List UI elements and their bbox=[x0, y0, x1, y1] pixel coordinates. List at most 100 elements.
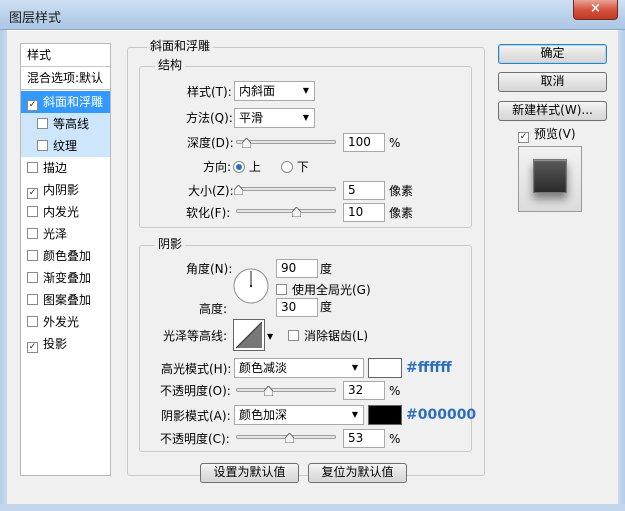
shadow-mode-label: 阴影模式(A): bbox=[161, 409, 231, 423]
dropdown-arrow-icon: ▼ bbox=[302, 113, 309, 122]
soften-label: 软化(F): bbox=[186, 206, 231, 220]
make-default-button[interactable]: 设置为默认值 bbox=[200, 463, 299, 483]
shadow-opacity-unit: % bbox=[389, 432, 401, 446]
checkbox-checked-icon[interactable]: ✓ bbox=[27, 100, 38, 111]
blend-options-item[interactable]: 混合选项:默认 bbox=[21, 67, 110, 89]
shadow-color-swatch[interactable] bbox=[368, 405, 402, 425]
anti-alias-option[interactable]: 消除锯齿(L) bbox=[288, 328, 368, 344]
checkbox-icon[interactable] bbox=[37, 118, 48, 129]
gloss-dropdown-arrow-icon[interactable]: ▼ bbox=[267, 332, 273, 341]
checkbox-icon[interactable] bbox=[27, 162, 38, 173]
style-item-pattern-overlay[interactable]: 图案叠加 bbox=[21, 289, 110, 311]
depth-input[interactable]: 100 bbox=[343, 133, 385, 152]
highlight-color-swatch[interactable] bbox=[368, 358, 402, 378]
size-input[interactable]: 5 bbox=[343, 181, 385, 200]
depth-slider-track[interactable] bbox=[236, 140, 336, 144]
window-frame-left bbox=[0, 30, 7, 511]
checkbox-icon[interactable] bbox=[276, 284, 287, 295]
highlight-opacity-unit: % bbox=[389, 384, 401, 398]
style-item-texture[interactable]: 纹理 bbox=[21, 135, 110, 157]
style-item-bevel-emboss[interactable]: ✓ 斜面和浮雕 bbox=[21, 91, 110, 113]
radio-label: 上 bbox=[248, 160, 261, 174]
altitude-input[interactable]: 30 bbox=[276, 298, 318, 317]
radio-selected-icon[interactable] bbox=[233, 161, 245, 173]
style-item-color-overlay[interactable]: 颜色叠加 bbox=[21, 245, 110, 267]
reset-default-button[interactable]: 复位为默认值 bbox=[308, 463, 407, 483]
shadow-opacity-input[interactable]: 53 bbox=[343, 429, 385, 448]
style-item-label: 斜面和浮雕 bbox=[43, 95, 104, 109]
highlight-mode-select[interactable]: 颜色减淡 ▼ bbox=[234, 358, 364, 378]
checkbox-icon[interactable] bbox=[37, 140, 48, 151]
direction-label: 方向: bbox=[203, 160, 232, 174]
dropdown-arrow-icon: ▼ bbox=[351, 410, 358, 419]
bevel-emboss-title: 斜面和浮雕 bbox=[147, 39, 214, 53]
style-item-stroke[interactable]: 描边 bbox=[21, 157, 110, 179]
size-slider-track[interactable] bbox=[236, 187, 336, 191]
checkbox-icon[interactable] bbox=[27, 250, 38, 261]
size-slider-thumb[interactable] bbox=[234, 185, 243, 195]
shadow-mode-select[interactable]: 颜色加深 ▼ bbox=[234, 405, 364, 425]
style-preview bbox=[518, 146, 582, 212]
direction-down-option[interactable]: 下 bbox=[281, 159, 309, 175]
style-label: 样式(T): bbox=[187, 85, 232, 99]
method-label: 方法(Q): bbox=[186, 111, 233, 125]
checkbox-checked-icon[interactable]: ✓ bbox=[27, 342, 38, 353]
style-item-label: 渐变叠加 bbox=[43, 271, 92, 285]
style-item-drop-shadow[interactable]: ✓ 投影 bbox=[21, 333, 110, 355]
highlight-opacity-slider-track[interactable] bbox=[236, 388, 336, 392]
style-item-outer-glow[interactable]: 外发光 bbox=[21, 311, 110, 333]
list-divider bbox=[21, 89, 110, 90]
bevel-style-select[interactable]: 内斜面 ▼ bbox=[234, 81, 315, 101]
soften-slider-thumb[interactable] bbox=[292, 207, 301, 217]
checkbox-checked-icon[interactable]: ✓ bbox=[518, 132, 529, 143]
angle-input[interactable]: 90 bbox=[276, 259, 318, 278]
highlight-mode-label: 高光模式(H): bbox=[161, 362, 232, 376]
angle-dial[interactable] bbox=[233, 268, 269, 304]
style-list-header[interactable]: 样式 bbox=[21, 44, 110, 66]
style-item-label: 颜色叠加 bbox=[43, 249, 92, 263]
gloss-contour-picker[interactable] bbox=[233, 319, 265, 351]
radio-icon[interactable] bbox=[281, 161, 293, 173]
style-item-label: 投影 bbox=[43, 337, 68, 351]
checkbox-icon[interactable] bbox=[27, 294, 38, 305]
checkbox-icon[interactable] bbox=[27, 228, 38, 239]
ok-button[interactable]: 确定 bbox=[498, 44, 607, 64]
preview-swatch bbox=[533, 159, 567, 193]
checkbox-icon[interactable] bbox=[27, 316, 38, 327]
close-button[interactable]: × bbox=[573, 0, 618, 20]
style-item-inner-shadow[interactable]: ✓ 内阴影 bbox=[21, 179, 110, 201]
window-frame-right bbox=[618, 30, 625, 511]
style-item-contour[interactable]: 等高线 bbox=[21, 113, 110, 135]
shadow-hex-label: #000000 bbox=[406, 407, 477, 423]
checkbox-label: 预览(V) bbox=[534, 127, 576, 141]
new-style-button[interactable]: 新建样式(W)... bbox=[498, 101, 607, 121]
global-light-option[interactable]: 使用全局光(G) bbox=[276, 282, 371, 298]
soften-input[interactable]: 10 bbox=[343, 203, 385, 222]
depth-slider-thumb[interactable] bbox=[242, 138, 251, 148]
technique-select[interactable]: 平滑 ▼ bbox=[234, 108, 315, 128]
select-value: 颜色减淡 bbox=[239, 361, 288, 375]
shadow-opacity-slider-thumb[interactable] bbox=[285, 433, 294, 443]
checkbox-icon[interactable] bbox=[27, 206, 38, 217]
soften-slider-track[interactable] bbox=[236, 209, 336, 213]
direction-up-option[interactable]: 上 bbox=[233, 159, 261, 175]
checkbox-icon[interactable] bbox=[27, 272, 38, 283]
title-bar[interactable] bbox=[0, 0, 625, 30]
style-item-inner-glow[interactable]: 内发光 bbox=[21, 201, 110, 223]
angle-label: 角度(N): bbox=[186, 262, 233, 276]
highlight-opacity-label: 不透明度(O): bbox=[160, 384, 231, 398]
window-frame-bottom bbox=[0, 504, 625, 511]
checkbox-checked-icon[interactable]: ✓ bbox=[27, 188, 38, 199]
checkbox-icon[interactable] bbox=[288, 330, 299, 341]
style-list: 样式 混合选项:默认 ✓ 斜面和浮雕 等高线 纹理 描边 ✓ 内阴影 内发光 光泽 … bbox=[20, 43, 111, 476]
highlight-opacity-slider-thumb[interactable] bbox=[264, 386, 273, 396]
altitude-unit: 度 bbox=[320, 300, 333, 314]
altitude-label: 高度: bbox=[199, 302, 228, 316]
highlight-hex-label: #ffffff bbox=[406, 360, 452, 376]
highlight-opacity-input[interactable]: 32 bbox=[343, 381, 385, 400]
style-item-gradient-overlay[interactable]: 渐变叠加 bbox=[21, 267, 110, 289]
cancel-button[interactable]: 取消 bbox=[498, 72, 607, 92]
size-label: 大小(Z): bbox=[188, 184, 234, 198]
preview-option[interactable]: ✓ 预览(V) bbox=[518, 126, 576, 143]
style-item-satin[interactable]: 光泽 bbox=[21, 223, 110, 245]
